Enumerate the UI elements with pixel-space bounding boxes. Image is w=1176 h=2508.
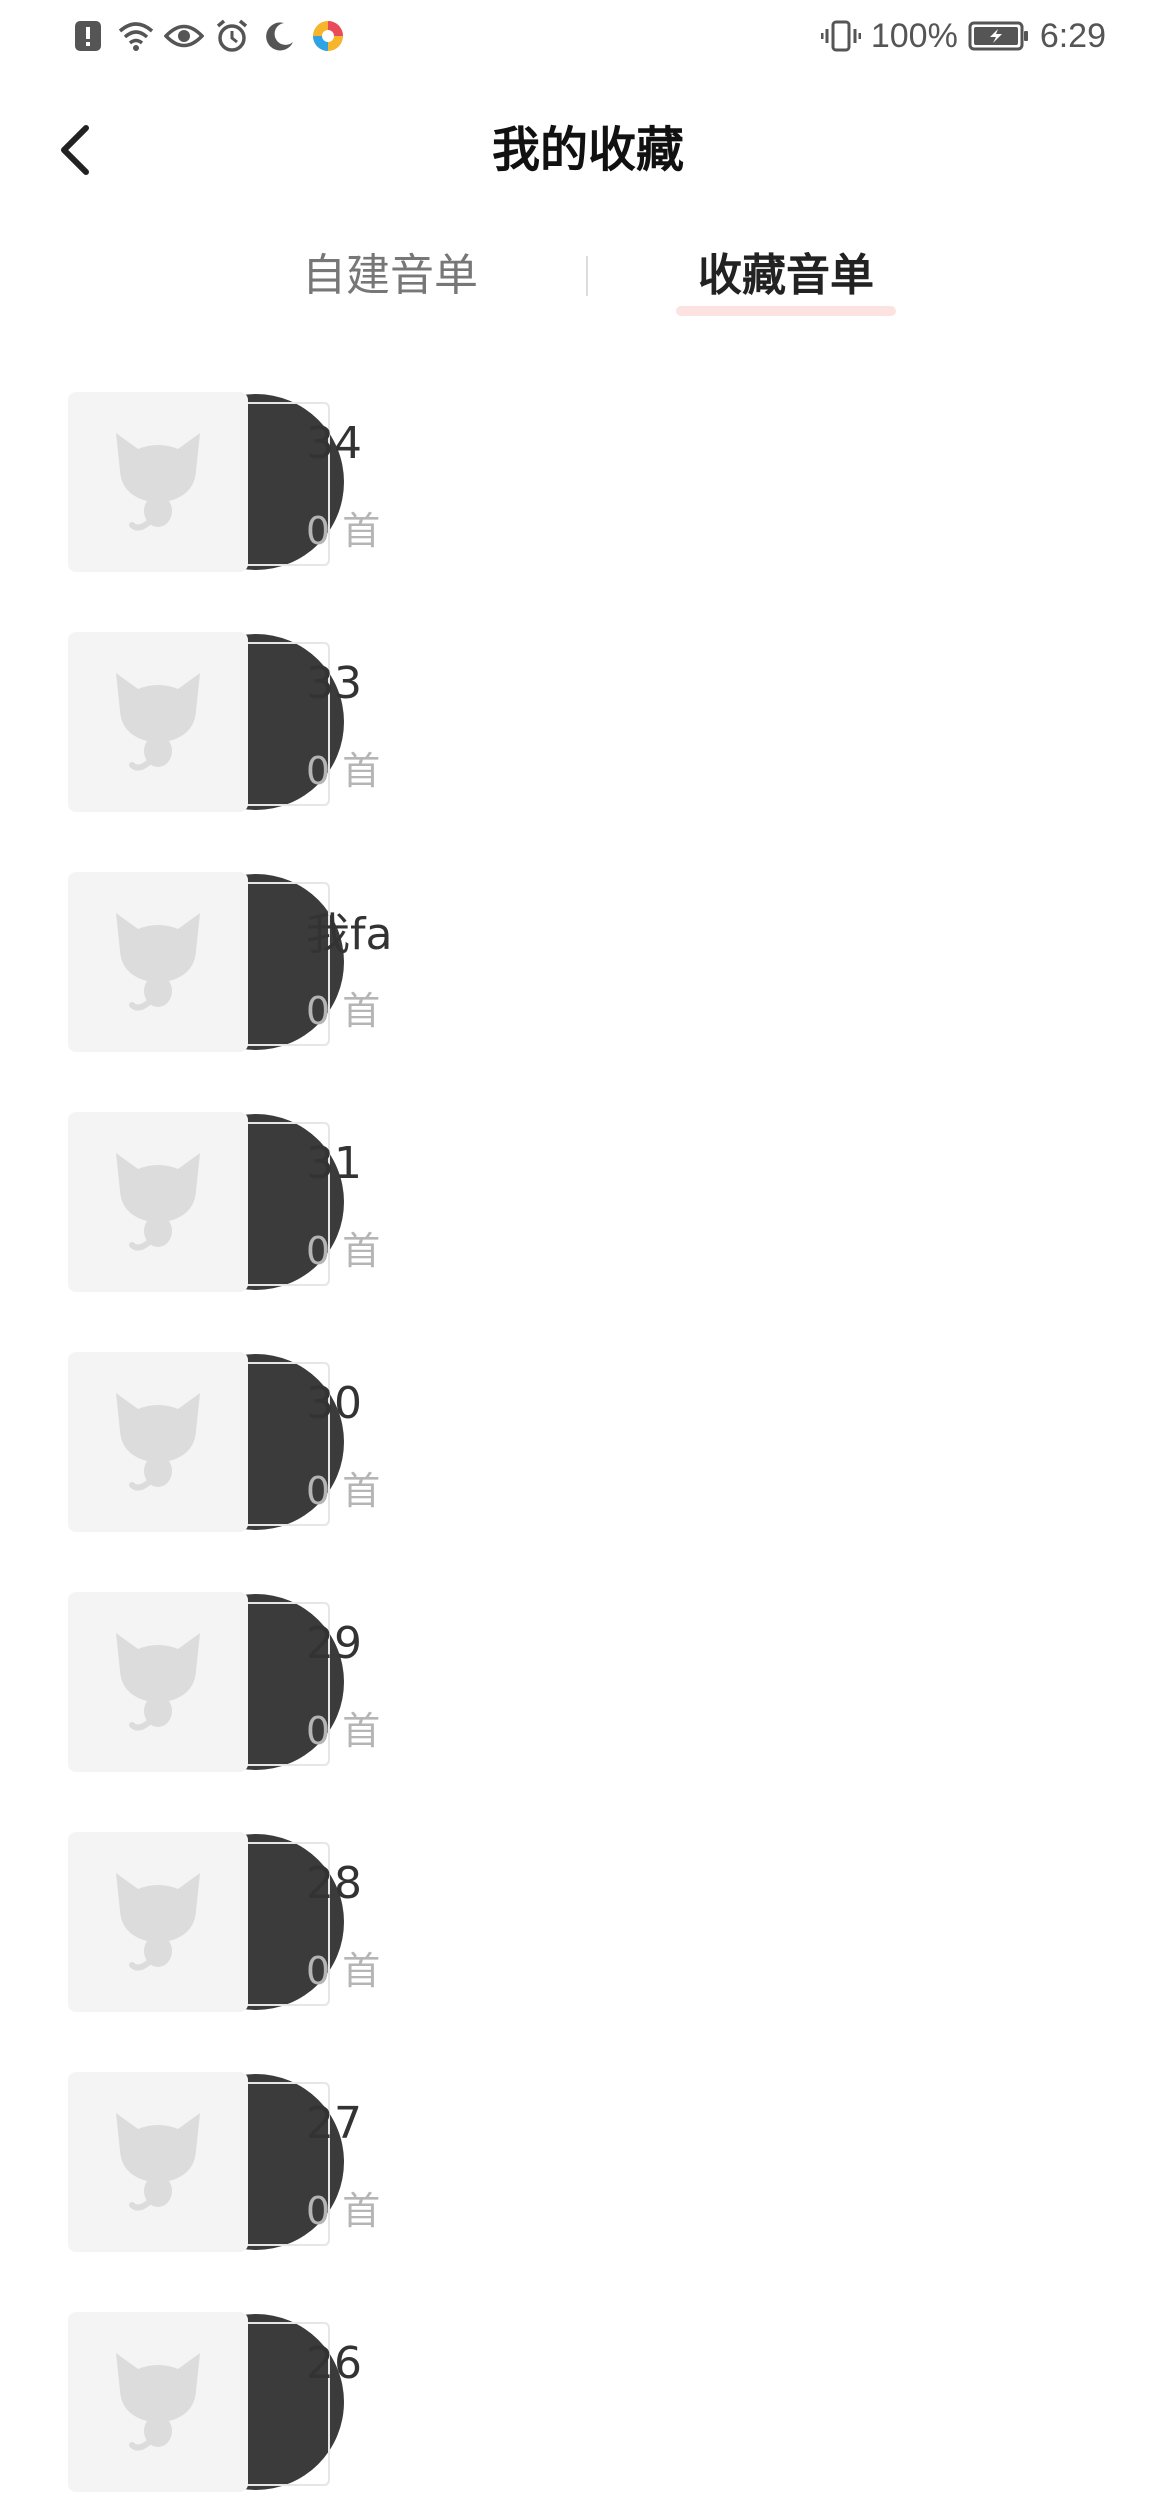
- playlist-name: 29: [306, 1618, 362, 1669]
- playlist-track-count: 0 首: [306, 509, 381, 553]
- cat-placeholder-icon: [116, 1393, 200, 1491]
- active-tab-indicator: [676, 306, 896, 316]
- playlist-track-count: 0 首: [306, 989, 381, 1033]
- cover-placeholder: [68, 392, 248, 572]
- playlist-track-count: 0 首: [306, 2189, 381, 2233]
- playlist-name: 26: [306, 2338, 362, 2389]
- playlist-cover: [68, 632, 344, 814]
- playlist-cover: [68, 2072, 344, 2254]
- cover-placeholder: [68, 1832, 248, 2012]
- alarm-icon: [212, 16, 252, 56]
- header: 我的收藏: [0, 100, 1176, 200]
- playlist-name: 28: [306, 1858, 362, 1909]
- cat-placeholder-icon: [116, 913, 200, 1011]
- moon-icon: [260, 16, 300, 56]
- cat-placeholder-icon: [116, 433, 200, 531]
- tab-created-playlists[interactable]: 自建音单: [290, 236, 490, 326]
- cat-placeholder-icon: [116, 1873, 200, 1971]
- playlist-cover: [68, 872, 344, 1054]
- tab-bar: 自建音单 收藏音单: [0, 236, 1176, 326]
- cover-placeholder: [68, 2312, 248, 2492]
- playlist-name: 27: [306, 2098, 362, 2149]
- alert-icon: [68, 16, 108, 56]
- status-icons-right: 100% 6:29: [820, 14, 1106, 58]
- battery-percent: 100%: [870, 16, 958, 55]
- wifi-icon: [116, 16, 156, 56]
- playlist-track-count: 0 首: [306, 1469, 381, 1513]
- playlist-cover: [68, 392, 344, 574]
- playlist-item[interactable]: 28 0 首: [0, 1828, 1176, 2028]
- battery-charging-icon: [968, 20, 1030, 52]
- playlist-item[interactable]: 29 0 首: [0, 1588, 1176, 1788]
- playlist-track-count: 0 首: [306, 1949, 381, 1993]
- cat-placeholder-icon: [116, 2113, 200, 2211]
- playlist-cover: [68, 1592, 344, 1774]
- app-logo-icon: [308, 16, 348, 56]
- cover-placeholder: [68, 872, 248, 1052]
- playlist-cover: [68, 1832, 344, 2014]
- page-title: 我的收藏: [491, 122, 684, 178]
- playlist-name: 31: [306, 1138, 362, 1189]
- eye-icon: [164, 16, 204, 56]
- playlist-track-count: 0 首: [306, 1229, 381, 1273]
- tab-label: 自建音单: [302, 250, 478, 301]
- status-time: 6:29: [1039, 16, 1106, 55]
- playlist-cover: [68, 2312, 344, 2494]
- playlist-name: 34: [306, 418, 362, 469]
- playlist-item[interactable]: 26: [0, 2308, 1176, 2508]
- playlist-name: 33: [306, 658, 362, 709]
- playlist-name: 我fa: [306, 909, 393, 960]
- playlist-track-count: 0 首: [306, 749, 381, 793]
- cat-placeholder-icon: [116, 1153, 200, 1251]
- playlist-item[interactable]: 我fa 0 首: [0, 868, 1176, 1068]
- tab-collected-playlists[interactable]: 收藏音单: [676, 236, 896, 326]
- tab-label: 收藏音单: [698, 250, 874, 301]
- cat-placeholder-icon: [116, 1633, 200, 1731]
- cat-placeholder-icon: [116, 673, 200, 771]
- cover-placeholder: [68, 632, 248, 812]
- playlist-item[interactable]: 31 0 首: [0, 1108, 1176, 1308]
- cover-placeholder: [68, 1592, 248, 1772]
- playlist-item[interactable]: 27 0 首: [0, 2068, 1176, 2268]
- cover-placeholder: [68, 1352, 248, 1532]
- tab-divider: [586, 256, 588, 296]
- status-icons-left: [68, 16, 348, 56]
- cover-placeholder: [68, 2072, 248, 2252]
- playlist-cover: [68, 1112, 344, 1294]
- cover-placeholder: [68, 1112, 248, 1292]
- status-bar: 100% 6:29: [0, 0, 1176, 72]
- playlist-item[interactable]: 33 0 首: [0, 628, 1176, 828]
- playlist-name: 30: [306, 1378, 362, 1429]
- playlist-item[interactable]: 30 0 首: [0, 1348, 1176, 1548]
- playlist-item[interactable]: 34 0 首: [0, 388, 1176, 588]
- playlist-track-count: 0 首: [306, 1709, 381, 1753]
- playlist-cover: [68, 1352, 344, 1534]
- vibrate-icon: [820, 19, 861, 53]
- cat-placeholder-icon: [116, 2353, 200, 2451]
